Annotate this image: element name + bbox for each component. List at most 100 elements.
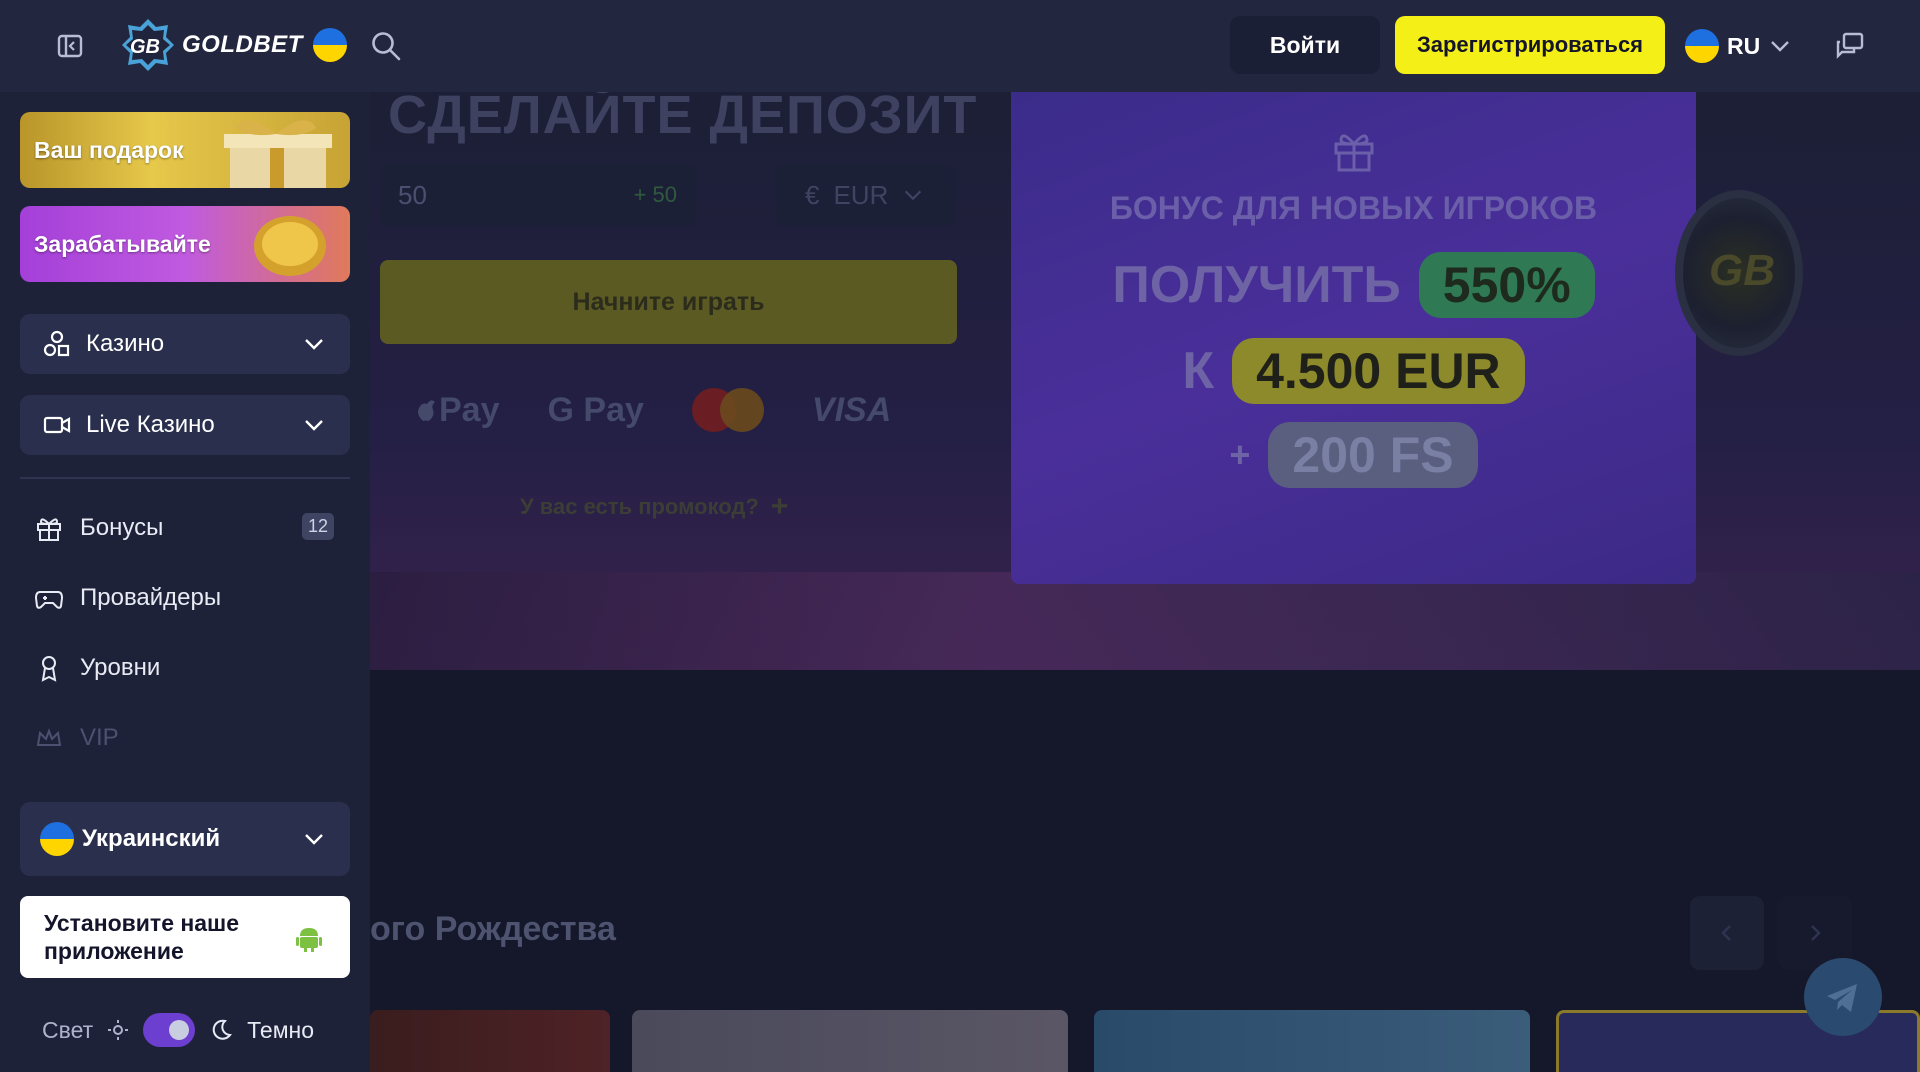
gift-box-icon: [224, 120, 332, 188]
logo-badge-icon: GB: [120, 17, 176, 73]
logo-text: GOLDBET: [182, 31, 303, 58]
visa-logo: VISA: [811, 390, 892, 429]
apple-icon: [418, 399, 435, 421]
chevron-down-icon: [305, 339, 323, 350]
bonus-plus-text: +: [1229, 434, 1251, 475]
theme-dark-label: Темно: [247, 1016, 314, 1043]
moon-icon: [212, 1019, 233, 1040]
chevron-left-icon: [1721, 925, 1731, 941]
hero-strip: [370, 572, 1920, 670]
gift-icon: [1334, 134, 1374, 172]
theme-toggle[interactable]: [143, 1013, 196, 1047]
carousel-prev-button[interactable]: [1690, 896, 1764, 970]
bonus-freespins-pill: 200 FS: [1268, 422, 1478, 488]
login-button[interactable]: Войти: [1230, 16, 1380, 74]
section-title: ого Рождества: [370, 910, 616, 948]
chevron-down-icon: [305, 834, 323, 845]
chevron-right-icon: [1811, 925, 1821, 941]
svg-text:GB: GB: [130, 36, 160, 58]
bonus-get-text: ПОЛУЧИТЬ: [1112, 256, 1401, 314]
language-select-label: Украинский: [82, 825, 221, 852]
sidebar-item-label: VIP: [80, 724, 119, 751]
language-code: RU: [1727, 32, 1761, 59]
theme-light-label: Свет: [42, 1016, 94, 1043]
search-icon[interactable]: [370, 30, 402, 62]
bonus-to-text: К: [1182, 342, 1215, 400]
plus-icon: +: [770, 490, 789, 523]
install-app-label: Установите наше приложение: [44, 910, 240, 964]
promo-code-text: У вас есть промокод?: [520, 494, 759, 519]
game-card[interactable]: [370, 1010, 610, 1072]
bonus-amount-pill: 4.500 EUR: [1232, 338, 1525, 404]
chevron-down-icon: [905, 190, 922, 201]
payment-methods: Pay G Pay VISA: [415, 380, 891, 440]
logo[interactable]: GB GOLDBET: [120, 16, 347, 74]
ukraine-flag-icon: [40, 822, 74, 856]
deposit-amount-input[interactable]: 50 + 50: [380, 164, 695, 226]
sidebar-toggle-icon[interactable]: [56, 32, 84, 60]
currency-select[interactable]: € EUR: [775, 164, 955, 226]
sidebar-item-providers[interactable]: Провайдеры: [34, 578, 350, 618]
bonus-line-amount: К 4.500 EUR: [1011, 338, 1696, 404]
crown-icon: [36, 728, 62, 746]
main-content: СДЕЛАЙТЕ ДЕПОЗИТ 50 + 50 € EUR Начните и…: [370, 92, 1920, 1072]
sidebar-item-bonuses[interactable]: Бонусы 12: [34, 508, 350, 548]
promo-code-link[interactable]: У вас есть промокод? +: [520, 490, 788, 524]
game-card[interactable]: [1094, 1010, 1530, 1072]
start-playing-button[interactable]: Начните играть: [380, 260, 957, 344]
register-button[interactable]: Зарегистрироваться: [1395, 16, 1665, 74]
install-app-card[interactable]: Установите наше приложение: [20, 896, 350, 978]
android-icon: [296, 928, 322, 952]
telegram-icon: [1827, 984, 1857, 1012]
hero-banner: СДЕЛАЙТЕ ДЕПОЗИТ 50 + 50 € EUR Начните и…: [370, 92, 1920, 670]
deposit-title: СДЕЛАЙТЕ ДЕПОЗИТ: [388, 92, 978, 145]
promo-earn-label: Зарабатывайте: [34, 230, 211, 257]
apple-pay-text: Pay: [439, 390, 500, 429]
bonus-line-freespins: + 200 FS: [1011, 422, 1696, 488]
sidebar-item-levels[interactable]: Уровни: [34, 648, 350, 688]
chevron-down-icon: [1771, 41, 1790, 52]
top-header: GB GOLDBET Войти Зарегистрироваться RU: [0, 0, 1920, 92]
promo-gift-label: Ваш подарок: [34, 136, 184, 163]
apple-pay-logo: Pay: [415, 391, 500, 430]
theme-switch-row: Свет Темно: [42, 1010, 314, 1050]
telegram-button[interactable]: [1804, 958, 1882, 1036]
chevron-down-icon: [305, 420, 323, 431]
sun-icon: [108, 1020, 129, 1040]
ukraine-flag-icon: [312, 28, 347, 62]
language-switcher[interactable]: RU: [1685, 26, 1792, 66]
live-casino-dropdown[interactable]: Live Казино: [20, 395, 350, 455]
sidebar-item-label: Бонусы: [80, 514, 164, 541]
game-card[interactable]: [632, 1010, 1068, 1072]
chip-text: GB: [1709, 246, 1775, 295]
chat-icon[interactable]: [1834, 30, 1866, 62]
award-icon: [41, 656, 57, 682]
gamepad-icon: [34, 591, 64, 609]
casino-chip-image: GB: [1675, 190, 1803, 356]
casino-label: Казино: [86, 330, 165, 357]
bonus-subtitle: БОНУС ДЛЯ НОВЫХ ИГРОКОВ: [1109, 190, 1598, 226]
sidebar-item-label: Уровни: [80, 654, 161, 681]
live-casino-label: Live Казино: [86, 411, 215, 438]
sidebar-item-vip[interactable]: VIP: [34, 718, 350, 758]
promo-earn-banner[interactable]: Зарабатывайте: [20, 206, 350, 282]
ukraine-flag-icon: [1685, 29, 1719, 63]
currency-value: EUR: [833, 179, 889, 210]
bonus-count-badge: 12: [301, 513, 334, 540]
welcome-bonus-card: БОНУС ДЛЯ НОВЫХ ИГРОКОВ ПОЛУЧИТЬ 550% К …: [1011, 92, 1696, 584]
bonus-line-percent: ПОЛУЧИТЬ 550%: [1011, 252, 1696, 318]
deposit-amount-value: 50: [398, 179, 427, 210]
sidebar: Ваш подарок Зарабатывайте Казино Live Ка…: [0, 92, 370, 1072]
casino-dropdown[interactable]: Казино: [20, 314, 350, 374]
currency-symbol: €: [805, 179, 820, 210]
language-select[interactable]: Украинский: [20, 802, 350, 876]
gift-icon: [37, 518, 61, 541]
casino-icon: [43, 330, 70, 357]
deposit-amount-bonus: + 50: [633, 182, 677, 207]
sidebar-item-label: Провайдеры: [80, 584, 222, 611]
video-camera-icon: [43, 416, 71, 434]
sidebar-divider: [20, 477, 350, 479]
promo-gift-banner[interactable]: Ваш подарок: [20, 112, 350, 188]
bonus-percent-pill: 550%: [1418, 252, 1595, 318]
google-pay-logo: G Pay: [547, 390, 644, 429]
